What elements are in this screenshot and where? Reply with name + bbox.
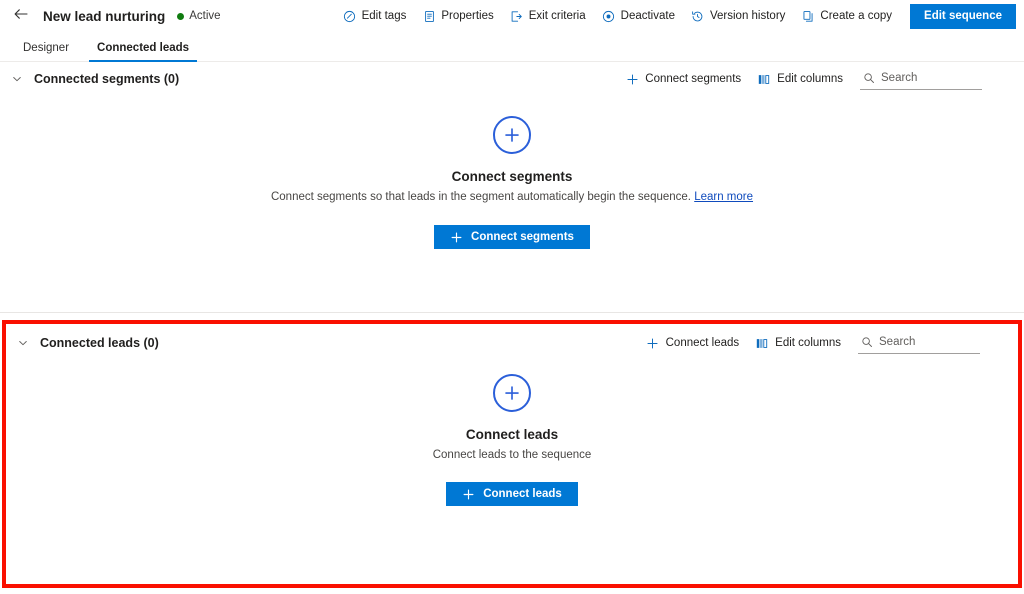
- segments-search-box[interactable]: [860, 69, 982, 90]
- status-dot-icon: [177, 12, 185, 20]
- history-clock-icon: [691, 9, 705, 23]
- connected-leads-actions: Connect leads Edit columns: [639, 332, 980, 354]
- tab-connected-leads[interactable]: Connected leads: [89, 42, 198, 62]
- edit-tags-button[interactable]: Edit tags: [335, 5, 415, 27]
- edit-columns-icon: [755, 336, 769, 350]
- plus-icon: [450, 231, 463, 244]
- plus-circle-icon[interactable]: [493, 116, 531, 154]
- plus-circle-icon[interactable]: [493, 374, 531, 412]
- properties-label: Properties: [441, 10, 494, 22]
- connected-segments-empty-description-text: Connect segments so that leads in the se…: [270, 191, 691, 203]
- connected-segments-actions: Connect segments Edit columns: [618, 68, 982, 90]
- arrow-left-icon: [13, 6, 29, 27]
- properties-button[interactable]: Properties: [414, 5, 501, 27]
- deactivate-label: Deactivate: [620, 10, 675, 22]
- version-history-button[interactable]: Version history: [683, 5, 793, 27]
- plus-icon: [462, 488, 475, 501]
- edit-columns-action-label-segments: Edit columns: [777, 73, 843, 85]
- edit-tags-label: Edit tags: [361, 10, 407, 22]
- copy-icon: [801, 9, 815, 23]
- connected-segments-empty-title: Connect segments: [451, 169, 573, 184]
- create-a-copy-label: Create a copy: [820, 10, 893, 22]
- connect-leads-action[interactable]: Connect leads: [639, 332, 747, 354]
- exit-criteria-button[interactable]: Exit criteria: [502, 5, 594, 27]
- connect-segments-cta-label: Connect segments: [471, 231, 574, 243]
- tab-designer[interactable]: Designer: [15, 42, 77, 61]
- leads-search-input[interactable]: [879, 336, 978, 348]
- connected-segments-header: Connected segments (0) Connect segments: [0, 62, 1024, 96]
- edit-columns-action-segments[interactable]: Edit columns: [750, 68, 850, 90]
- connected-leads-header: Connected leads (0) Connect leads Edit c…: [6, 324, 1018, 362]
- connected-leads-empty-description: Connect leads to the sequence: [432, 449, 592, 461]
- edit-columns-icon: [757, 72, 771, 86]
- connected-segments-empty-description: Connect segments so that leads in the se…: [271, 191, 753, 203]
- deactivate-button[interactable]: Deactivate: [594, 5, 683, 27]
- circle-target-icon: [602, 9, 616, 23]
- connected-segments-empty-state: Connect segments Connect segments so tha…: [0, 116, 1024, 249]
- connect-segments-action-label: Connect segments: [645, 73, 742, 85]
- learn-more-link[interactable]: Learn more: [694, 191, 753, 203]
- connect-leads-cta-button[interactable]: Connect leads: [446, 482, 578, 506]
- status-badge: Active: [177, 10, 221, 22]
- search-icon: [862, 72, 875, 85]
- back-button[interactable]: [10, 5, 32, 27]
- exit-icon: [510, 9, 524, 23]
- connect-leads-action-label: Connect leads: [665, 337, 740, 349]
- chevron-down-icon[interactable]: [6, 68, 28, 90]
- leads-search-box[interactable]: [858, 333, 980, 354]
- connected-segments-section: Connected segments (0) Connect segments: [0, 62, 1024, 312]
- exit-criteria-label: Exit criteria: [528, 10, 586, 22]
- connect-segments-cta-button[interactable]: Connect segments: [434, 225, 590, 249]
- search-icon: [860, 336, 873, 349]
- connected-leads-empty-state: Connect leads Connect leads to the seque…: [6, 374, 1018, 506]
- plus-icon: [646, 336, 660, 350]
- command-bar-actions: Edit tags Properties Exit criteria Deact…: [335, 3, 1016, 29]
- connected-leads-empty-title: Connect leads: [465, 427, 559, 442]
- connected-leads-section: Connected leads (0) Connect leads Edit c…: [2, 320, 1022, 588]
- segments-search-input[interactable]: [881, 72, 980, 84]
- create-a-copy-button[interactable]: Create a copy: [793, 5, 900, 27]
- edit-columns-action-label-leads: Edit columns: [775, 337, 841, 349]
- command-bar: New lead nurturing Active Edit tags Prop…: [0, 0, 1024, 32]
- edit-sequence-button[interactable]: Edit sequence: [910, 3, 1016, 29]
- tag-icon: [343, 9, 357, 23]
- document-properties-icon: [422, 9, 436, 23]
- connected-leads-title: Connected leads (0): [40, 336, 159, 350]
- section-divider: [0, 312, 1024, 313]
- connected-segments-title: Connected segments (0): [34, 72, 180, 86]
- plus-icon: [625, 72, 639, 86]
- connect-segments-action[interactable]: Connect segments: [618, 68, 748, 90]
- connect-leads-cta-label: Connect leads: [483, 488, 562, 500]
- tab-bar: Designer Connected leads: [0, 32, 1024, 62]
- status-label: Active: [189, 10, 221, 22]
- edit-columns-action-leads[interactable]: Edit columns: [748, 332, 848, 354]
- page-title: New lead nurturing: [43, 8, 166, 24]
- version-history-label: Version history: [709, 10, 786, 22]
- chevron-down-icon[interactable]: [12, 332, 34, 354]
